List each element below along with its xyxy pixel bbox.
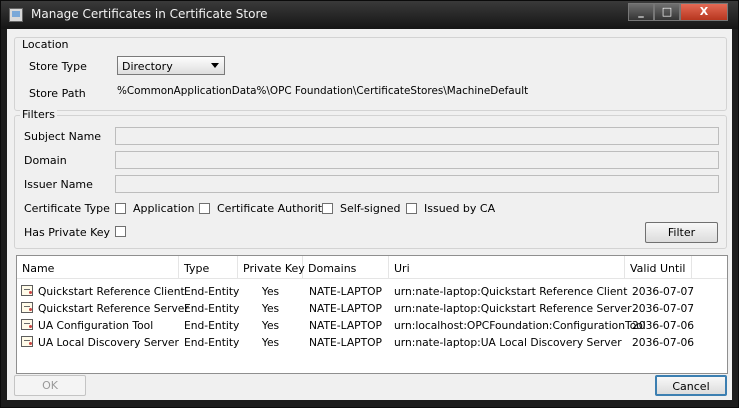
application-label: Application bbox=[133, 202, 195, 215]
dialog-content: Location Store Type Directory Store Path… bbox=[7, 29, 732, 400]
table-row[interactable]: Quickstart Reference Server End-Entity Y… bbox=[17, 300, 727, 317]
certificate-type: End-Entity bbox=[184, 319, 240, 332]
certificate-icon bbox=[21, 285, 33, 296]
subject-name-field[interactable] bbox=[115, 127, 719, 145]
valid-until-value: 2036-07-07 bbox=[632, 285, 695, 298]
title-bar[interactable]: Manage Certificates in Certificate Store… bbox=[1, 1, 738, 29]
issued-by-ca-label: Issued by CA bbox=[424, 202, 496, 215]
self-signed-checkbox[interactable] bbox=[322, 203, 333, 214]
domain-value: NATE-LAPTOP bbox=[309, 319, 382, 332]
column-type[interactable]: Type bbox=[179, 256, 238, 278]
certificate-type-label: Certificate Type bbox=[24, 202, 110, 215]
uri-value: urn:nate-laptop:UA Local Discovery Serve… bbox=[394, 336, 622, 349]
certificate-authority-label: Certificate Authority bbox=[217, 202, 329, 215]
column-name[interactable]: Name bbox=[17, 256, 179, 278]
has-private-key-label: Has Private Key bbox=[24, 226, 111, 239]
private-key-value: Yes bbox=[261, 285, 280, 298]
location-legend: Location bbox=[20, 38, 71, 51]
minimize-button[interactable]: _ bbox=[628, 3, 654, 21]
certificate-type: End-Entity bbox=[184, 336, 240, 349]
domain-field[interactable] bbox=[115, 151, 719, 169]
column-valid-until[interactable]: Valid Until bbox=[625, 256, 692, 278]
store-type-label: Store Type bbox=[29, 60, 87, 73]
uri-value: urn:nate-laptop:Quickstart Reference Cli… bbox=[394, 285, 628, 298]
valid-until-value: 2036-07-07 bbox=[632, 302, 695, 315]
private-key-value: Yes bbox=[261, 319, 280, 332]
column-private-key[interactable]: Private Key bbox=[238, 256, 305, 278]
table-row[interactable]: UA Local Discovery Server End-Entity Yes… bbox=[17, 334, 727, 351]
filters-legend: Filters bbox=[20, 108, 57, 121]
private-key-value: Yes bbox=[261, 302, 280, 315]
domain-value: NATE-LAPTOP bbox=[309, 336, 382, 349]
domain-value: NATE-LAPTOP bbox=[309, 285, 382, 298]
self-signed-label: Self-signed bbox=[340, 202, 401, 215]
issuer-name-field[interactable] bbox=[115, 175, 719, 193]
column-domains[interactable]: Domains bbox=[303, 256, 389, 278]
store-path-value: %CommonApplicationData%\OPC Foundation\C… bbox=[117, 85, 529, 97]
certificates-list[interactable]: Name Type Private Key Domains Uri Valid … bbox=[16, 255, 728, 374]
certificate-name: Quickstart Reference Client bbox=[38, 285, 185, 298]
store-path-label: Store Path bbox=[29, 87, 86, 100]
maximize-button[interactable]: □ bbox=[654, 3, 680, 21]
certificate-icon bbox=[21, 336, 33, 347]
uri-value: urn:localhost:OPCFoundation:Configuratio… bbox=[394, 319, 646, 332]
store-type-value: Directory bbox=[122, 60, 173, 73]
table-row[interactable]: UA Configuration Tool End-Entity Yes NAT… bbox=[17, 317, 727, 334]
uri-value: urn:nate-laptop:Quickstart Reference Ser… bbox=[394, 302, 632, 315]
issuer-name-label: Issuer Name bbox=[24, 178, 93, 191]
column-uri[interactable]: Uri bbox=[389, 256, 625, 278]
domain-label: Domain bbox=[24, 154, 67, 167]
private-key-value: Yes bbox=[261, 336, 280, 349]
application-checkbox[interactable] bbox=[115, 203, 126, 214]
certificate-app-icon bbox=[9, 8, 23, 22]
certificate-icon bbox=[21, 319, 33, 330]
valid-until-value: 2036-07-06 bbox=[632, 319, 695, 332]
manage-certificates-window: Manage Certificates in Certificate Store… bbox=[0, 0, 739, 408]
certificate-name: Quickstart Reference Server bbox=[38, 302, 189, 315]
window-title: Manage Certificates in Certificate Store bbox=[31, 7, 268, 21]
domain-value: NATE-LAPTOP bbox=[309, 302, 382, 315]
filter-button[interactable]: Filter bbox=[645, 222, 718, 243]
ok-button[interactable]: OK bbox=[14, 375, 86, 396]
certificate-type: End-Entity bbox=[184, 285, 240, 298]
issued-by-ca-checkbox[interactable] bbox=[406, 203, 417, 214]
certificate-name: UA Local Discovery Server bbox=[38, 336, 179, 349]
table-row[interactable]: Quickstart Reference Client End-Entity Y… bbox=[17, 283, 727, 300]
certificate-type: End-Entity bbox=[184, 302, 240, 315]
certificate-name: UA Configuration Tool bbox=[38, 319, 154, 332]
subject-name-label: Subject Name bbox=[24, 130, 102, 143]
certificates-list-header: Name Type Private Key Domains Uri Valid … bbox=[17, 256, 727, 279]
valid-until-value: 2036-07-06 bbox=[632, 336, 695, 349]
close-button[interactable]: X bbox=[680, 3, 728, 21]
certificate-authority-checkbox[interactable] bbox=[199, 203, 210, 214]
dropdown-arrow-icon bbox=[211, 63, 219, 68]
store-type-dropdown[interactable]: Directory bbox=[117, 56, 225, 75]
certificate-icon bbox=[21, 302, 33, 313]
cancel-button[interactable]: Cancel bbox=[655, 375, 727, 396]
has-private-key-checkbox[interactable] bbox=[115, 226, 126, 237]
